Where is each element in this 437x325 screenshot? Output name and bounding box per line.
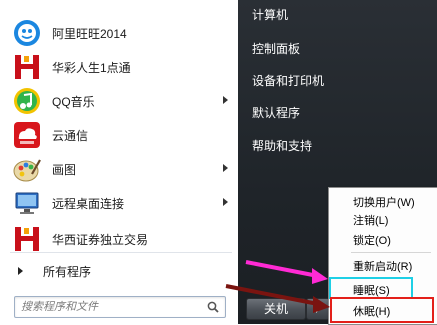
cloud-telecom-icon	[12, 120, 42, 150]
program-item-aliwangwang[interactable]: 阿里旺旺2014	[6, 16, 234, 50]
huaxi-securities-icon	[12, 224, 42, 254]
program-label: 远程桌面连接	[52, 196, 125, 211]
huacai-icon	[12, 52, 42, 82]
program-item-huacai[interactable]: 华彩人生1点通	[6, 50, 234, 84]
shutdown-options-button[interactable]	[306, 298, 330, 320]
menu-item-switch-user[interactable]: 切换用户(W)	[353, 194, 415, 210]
program-item-huaxi-securities[interactable]: 华西证券独立交易	[6, 222, 234, 256]
submenu-arrow-icon[interactable]	[223, 164, 228, 172]
program-label: 云通信	[52, 128, 89, 143]
paint-icon	[12, 154, 42, 184]
sleep-highlight-box	[329, 277, 413, 299]
search-input[interactable]	[15, 298, 207, 316]
menu-item-devices-printers[interactable]: 设备和打印机	[252, 72, 324, 89]
menu-item-help-support[interactable]: 帮助和支持	[252, 137, 312, 154]
program-label: 阿里旺旺2014	[52, 26, 127, 41]
program-item-remote-desktop[interactable]: 远程桌面连接	[6, 186, 234, 220]
search-box[interactable]	[14, 296, 226, 318]
program-label: 画图	[52, 162, 77, 177]
submenu-arrow-icon[interactable]	[223, 96, 228, 104]
menu-item-lock[interactable]: 锁定(O)	[353, 232, 391, 248]
search-icon[interactable]	[207, 300, 219, 313]
divider	[351, 252, 431, 253]
all-programs-label: 所有程序	[43, 264, 92, 279]
program-item-cloud-telecom[interactable]: 云通信	[6, 118, 234, 152]
remote-desktop-icon	[12, 188, 42, 218]
program-item-qq-music[interactable]: QQ音乐	[6, 84, 234, 118]
program-item-paint[interactable]: 画图	[6, 152, 234, 186]
shutdown-button[interactable]: 关机	[246, 298, 306, 320]
chevron-right-icon	[316, 305, 320, 313]
aliwangwang-icon	[12, 18, 42, 48]
all-programs-button[interactable]: 所有程序	[6, 258, 234, 284]
hibernate-highlight-box	[330, 297, 434, 323]
qq-music-icon	[12, 86, 42, 116]
menu-item-computer[interactable]: 计算机	[252, 6, 288, 23]
expand-arrow-icon	[18, 267, 23, 275]
menu-item-log-off[interactable]: 注销(L)	[353, 212, 388, 228]
program-label: 华彩人生1点通	[52, 60, 131, 75]
program-label: 华西证券独立交易	[52, 232, 149, 247]
submenu-arrow-icon[interactable]	[223, 198, 228, 206]
menu-item-control-panel[interactable]: 控制面板	[252, 40, 300, 57]
menu-item-restart[interactable]: 重新启动(R)	[353, 258, 412, 274]
menu-item-default-programs[interactable]: 默认程序	[252, 104, 300, 121]
program-label: QQ音乐	[52, 94, 95, 109]
start-menu-program-list: 阿里旺旺2014 华彩人生1点通 QQ音乐 云通信 画图 远程桌面连接 华西证券…	[0, 0, 238, 324]
divider	[10, 252, 232, 253]
